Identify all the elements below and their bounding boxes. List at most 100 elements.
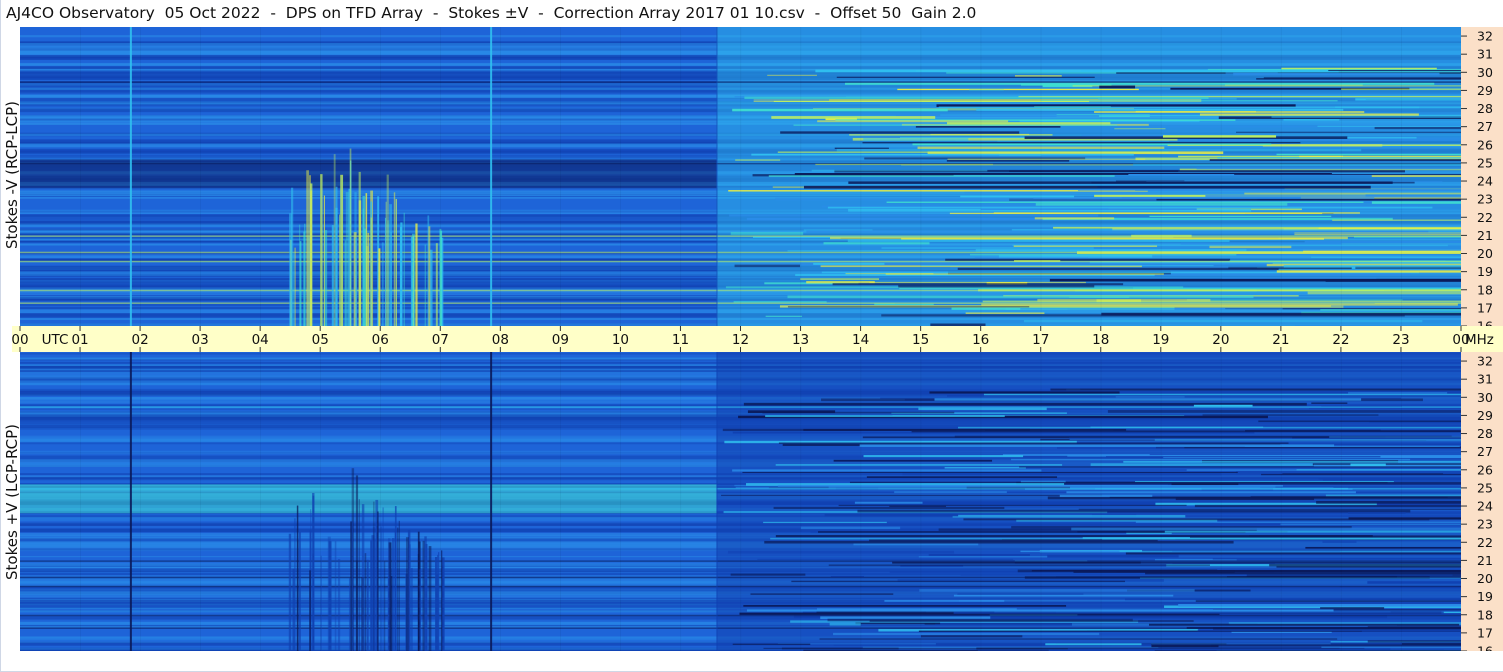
noise-streak (869, 620, 1194, 622)
hour-gridline (680, 27, 682, 326)
time-tick-label: 17 (1032, 332, 1049, 348)
noise-streak (806, 281, 875, 284)
noise-streak (1012, 244, 1448, 247)
time-tick-label: 01 (71, 332, 88, 348)
burst-feature (339, 214, 341, 326)
noise-streak (848, 181, 1393, 184)
burst-feature (428, 546, 432, 651)
time-tick-label: 10 (612, 332, 629, 348)
burst-feature (382, 507, 384, 651)
noise-streak (1322, 540, 1357, 544)
noise-streak (1047, 554, 1179, 558)
hour-gridline (200, 352, 201, 651)
burst-feature (298, 531, 301, 651)
burst-feature (411, 567, 413, 651)
noise-streak (832, 283, 1124, 286)
noise-streak (1035, 203, 1288, 206)
noise-streak (1321, 646, 1461, 648)
hour-gridline (560, 27, 561, 326)
frequency-axis-bottom: 16 17 18 19 20 21 22 23 24 25 26 27 28 29 30 31 32 (1461, 352, 1503, 651)
hour-gridline (920, 27, 922, 326)
noise-streak (757, 558, 1014, 560)
frequency-tick-label: 23 (1477, 192, 1493, 207)
burst-feature (306, 170, 309, 326)
frequency-tick-label: 24 (1477, 499, 1493, 514)
hour-gridline (860, 27, 862, 326)
hour-gridline (80, 352, 81, 651)
noise-streak (884, 599, 1005, 602)
noise-streak (1162, 135, 1277, 138)
noise-streak (1296, 469, 1461, 471)
burst-feature (387, 576, 390, 651)
noise-streak (1355, 98, 1461, 101)
noise-streak (768, 175, 1115, 177)
time-tick-label: 03 (192, 332, 209, 348)
noise-streak (1371, 175, 1461, 177)
time-tick-label: 15 (912, 332, 929, 348)
noise-streak (1037, 298, 1211, 302)
noise-streak (1348, 391, 1448, 395)
burst-feature (355, 237, 357, 326)
noise-streak (778, 442, 1289, 444)
burst-feature (424, 536, 427, 651)
frequency-tick-label: 30 (1477, 390, 1493, 405)
noise-streak (1014, 561, 1461, 564)
noise-streak (1276, 270, 1461, 273)
noise-streak (886, 201, 1364, 203)
noise-streak (1149, 215, 1332, 217)
noise-streak (732, 469, 1042, 472)
ylabel-stokes-plus-v: Stokes +V (LCP-RCP) (3, 424, 21, 580)
noise-streak (949, 212, 1323, 215)
time-tick-label: 19 (1152, 332, 1169, 348)
noise-streak (881, 247, 1094, 249)
hour-gridline (320, 27, 321, 326)
noise-streak (934, 398, 1362, 401)
noise-streak (1371, 201, 1461, 204)
frequency-tick-label: 21 (1477, 553, 1493, 568)
noise-streak (1276, 153, 1461, 156)
noise-streak (1078, 189, 1461, 192)
noise-streak (1317, 125, 1461, 128)
burst-feature (385, 201, 387, 326)
frequency-tick-label: 31 (1477, 372, 1493, 387)
frequency-tick-label: 17 (1477, 625, 1493, 640)
noise-streak (823, 242, 930, 245)
hour-gridline (1160, 352, 1162, 651)
hour-gridline (320, 352, 321, 651)
burst-feature (366, 246, 369, 326)
noise-streak (844, 82, 1435, 85)
hour-gridline (1160, 27, 1162, 326)
noise-streak (1123, 460, 1461, 463)
noise-streak (1222, 277, 1377, 279)
burst-feature (415, 223, 418, 326)
time-tick-label: 18 (1092, 332, 1109, 348)
noise-streak (773, 506, 1005, 510)
noise-streak (765, 315, 802, 317)
noise-streak (729, 214, 1099, 217)
noise-streak (920, 635, 1023, 638)
noise-streak (1271, 116, 1461, 118)
noise-streak (1142, 549, 1461, 552)
frequency-tick-label: 21 (1477, 228, 1493, 243)
frequency-tick-label: 20 (1477, 246, 1493, 261)
burst-feature (360, 577, 364, 651)
burst-feature (398, 520, 400, 651)
burst-feature (378, 248, 381, 326)
frequency-tick-label: 22 (1477, 535, 1493, 550)
noise-streak (946, 160, 1070, 162)
noise-streak (1073, 570, 1235, 573)
noise-streak (1109, 496, 1448, 498)
time-tick-label: 02 (131, 332, 148, 348)
noise-streak (750, 593, 894, 595)
hour-gridline (380, 27, 381, 326)
noise-streak (1180, 242, 1461, 245)
noise-streak (1149, 623, 1460, 626)
hour-gridline (500, 27, 501, 326)
noise-streak (1367, 581, 1461, 584)
burst-feature (364, 553, 367, 651)
burst-feature (312, 495, 315, 651)
spectrogram-panel-lcp-rcp (20, 352, 1461, 651)
noise-streak (946, 122, 1111, 125)
noise-streak (1283, 119, 1340, 121)
noise-streak (1283, 264, 1461, 268)
